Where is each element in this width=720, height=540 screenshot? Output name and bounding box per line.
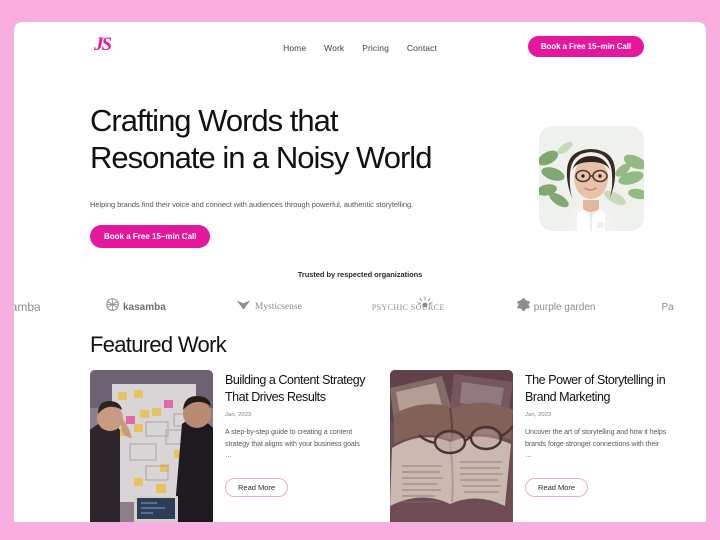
featured-work-heading: Featured Work (90, 332, 227, 357)
read-more-button[interactable]: Read More (225, 477, 289, 497)
hero-book-call-button[interactable]: Book a Free 15–min Call (90, 225, 211, 248)
client-logo-strip: kasamba kasamba Mysticsense PSYCHIC SOUR… (14, 290, 706, 324)
mysticsense-logo-text: Mysticsense (254, 302, 302, 312)
client-logo-purple-garden: purple garden (517, 298, 596, 316)
hero-title-line-2: Resonate in a Noisy World (90, 140, 432, 175)
bird-triangle-icon (236, 298, 251, 316)
nav-item-pricing[interactable]: Pricing (362, 43, 389, 53)
clipped-logo-left-text: kasamba (14, 300, 40, 314)
psychic-source-logo-text: PSYCHIC SOURCE (371, 302, 445, 312)
client-logo-clipped-left: kasamba (14, 300, 40, 314)
circular-weave-icon (106, 298, 119, 316)
article-excerpt: Uncover the art of storytelling and how … (525, 429, 667, 459)
clipped-logo-right-text: Pa (661, 301, 674, 313)
hero-subtitle: Helping brands find their voice and conn… (90, 200, 414, 209)
article-title[interactable]: Building a Content Strategy That Drives … (225, 372, 367, 406)
round-bloom-icon (517, 298, 530, 316)
client-logo-mysticsense: Mysticsense (236, 298, 302, 316)
article-title[interactable]: The Power of Storytelling in Brand Marke… (525, 372, 667, 406)
article-body: The Power of Storytelling in Brand Marke… (525, 370, 667, 522)
kasamba-logo-text: kasamba (123, 301, 166, 313)
sun-rays-icon (417, 296, 433, 315)
article-card[interactable]: Building a Content Strategy That Drives … (90, 370, 367, 522)
nav-item-home[interactable]: Home (283, 43, 306, 53)
hero-title-line-1: Crafting Words that (90, 103, 338, 138)
page-title: Crafting Words that Resonate in a Noisy … (90, 102, 520, 176)
trusted-by-label: Trusted by respected organizations (297, 270, 423, 279)
client-logo-psychic-source: PSYCHIC SOURCE (371, 296, 445, 312)
article-body: Building a Content Strategy That Drives … (225, 370, 367, 522)
header-book-call-button[interactable]: Book a Free 15–min Call (527, 36, 644, 57)
featured-work-list: Building a Content Strategy That Drives … (90, 370, 667, 522)
site-header: JS Home Work Pricing Contact Book a Free… (14, 22, 706, 74)
client-logo-kasamba: kasamba (106, 298, 166, 316)
article-thumbnail-whiteboard (90, 370, 213, 522)
nav-item-contact[interactable]: Contact (407, 43, 437, 53)
article-card[interactable]: The Power of Storytelling in Brand Marke… (390, 370, 667, 522)
article-excerpt: A step-by-step guide to creating a conte… (225, 429, 360, 459)
article-date: Jan, 2023 (525, 412, 552, 418)
client-logo-clipped-right: Pa (661, 302, 683, 313)
purple-garden-logo-text: purple garden (533, 301, 596, 313)
read-more-button[interactable]: Read More (525, 477, 589, 497)
nav-item-work[interactable]: Work (324, 43, 344, 53)
hero-portrait-image (539, 126, 644, 231)
article-date: Jan, 2023 (225, 412, 252, 418)
website-canvas: JS Home Work Pricing Contact Book a Free… (14, 22, 706, 522)
article-thumbnail-books (390, 370, 513, 522)
